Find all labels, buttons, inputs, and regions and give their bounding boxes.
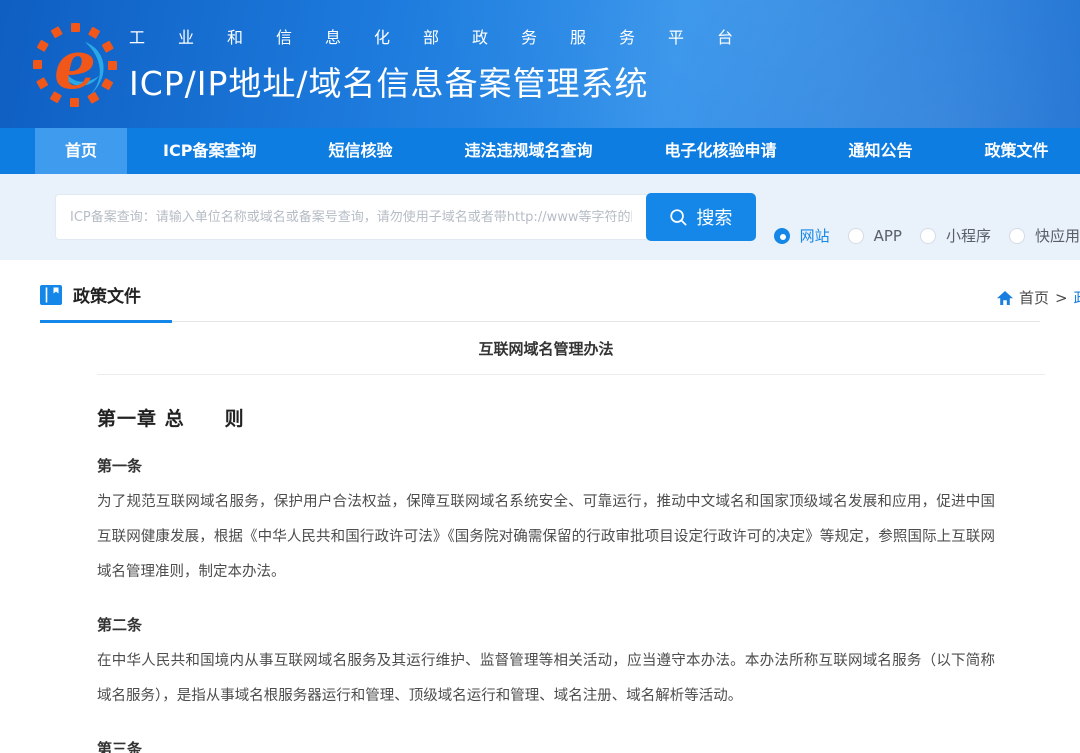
- breadcrumb: 首页 > 政策文件: [997, 287, 1080, 308]
- nav-item-policy-files[interactable]: 政策文件: [949, 128, 1080, 174]
- main-nav: 首页 ICP备案查询 短信核验 违法违规域名查询 电子化核验申请 通知公告 政策…: [0, 128, 1080, 174]
- breadcrumb-home[interactable]: 首页: [1019, 287, 1049, 308]
- radio-icon: [920, 228, 936, 244]
- search-input[interactable]: [55, 194, 646, 240]
- article-label: 第一条: [97, 455, 995, 476]
- nav-item-illegal-domain[interactable]: 违法违规域名查询: [428, 128, 628, 174]
- document: 互联网域名管理办法 第一章 总 则 第一条 为了规范互联网域名服务，保护用户合法…: [97, 338, 995, 753]
- search-type-website[interactable]: 网站: [774, 225, 830, 246]
- policy-content: 政策文件 首页 > 政策文件 互联网域名管理办法 第一章 总 则 第一条 为了规…: [0, 282, 1080, 753]
- nav-item-icp-query[interactable]: ICP备案查询: [127, 128, 292, 174]
- nav-item-e-verify[interactable]: 电子化核验申请: [628, 128, 812, 174]
- platform-name: 工业和信息化部政务服务平台: [129, 24, 766, 48]
- article-label: 第三条: [97, 738, 995, 753]
- search-type-miniprogram[interactable]: 小程序: [920, 225, 991, 246]
- article-3: 第三条 工业和信息化部对全国的域名服务实施监督管理，主要职责是：（一）制定互联网…: [97, 738, 995, 753]
- article-2: 第二条 在中华人民共和国境内从事互联网域名服务及其运行维护、监督管理等相关活动，…: [97, 614, 995, 714]
- chapter-heading: 第一章 总 则: [97, 404, 995, 431]
- article-text: 为了规范互联网域名服务，保护用户合法权益，保障互联网域名系统安全、可靠运行，推动…: [97, 485, 995, 590]
- home-icon: [997, 291, 1013, 305]
- radio-icon: [848, 228, 864, 244]
- breadcrumb-current: 政策文件: [1074, 287, 1080, 308]
- section-header-row: 政策文件 首页 > 政策文件: [40, 282, 1040, 322]
- search-button[interactable]: 搜索: [646, 193, 755, 241]
- svg-text:e: e: [54, 26, 96, 104]
- article-text: 在中华人民共和国境内从事互联网域名服务及其运行维护、监督管理等相关活动，应当遵守…: [97, 644, 995, 714]
- article-1: 第一条 为了规范互联网域名服务，保护用户合法权益，保障互联网域名系统安全、可靠运…: [97, 455, 995, 590]
- system-title: ICP/IP地址/域名信息备案管理系统: [129, 57, 766, 105]
- section-title: 政策文件: [73, 282, 141, 307]
- search-type-options: 网站 APP 小程序 快应用: [774, 225, 1080, 246]
- miit-gear-e-logo-icon: e: [33, 14, 117, 114]
- search-icon: [669, 208, 688, 227]
- radio-selected-icon: [774, 228, 790, 244]
- book-icon: [40, 285, 62, 305]
- breadcrumb-separator: >: [1055, 289, 1068, 307]
- search-section: 搜索 网站 APP 小程序 快应用: [0, 174, 1080, 260]
- search-button-label: 搜索: [696, 204, 732, 230]
- site-header: e 工业和信息化部政务服务平台 ICP/IP地址/域名信息备案管理系统: [0, 0, 1080, 128]
- nav-item-sms-verify[interactable]: 短信核验: [292, 128, 428, 174]
- search-type-quickapp[interactable]: 快应用: [1009, 225, 1080, 246]
- nav-item-notices[interactable]: 通知公告: [813, 128, 949, 174]
- divider: [97, 374, 1045, 375]
- article-label: 第二条: [97, 614, 995, 635]
- nav-item-home[interactable]: 首页: [35, 128, 127, 174]
- document-title: 互联网域名管理办法: [97, 338, 995, 359]
- search-type-app[interactable]: APP: [848, 227, 902, 245]
- radio-icon: [1009, 228, 1025, 244]
